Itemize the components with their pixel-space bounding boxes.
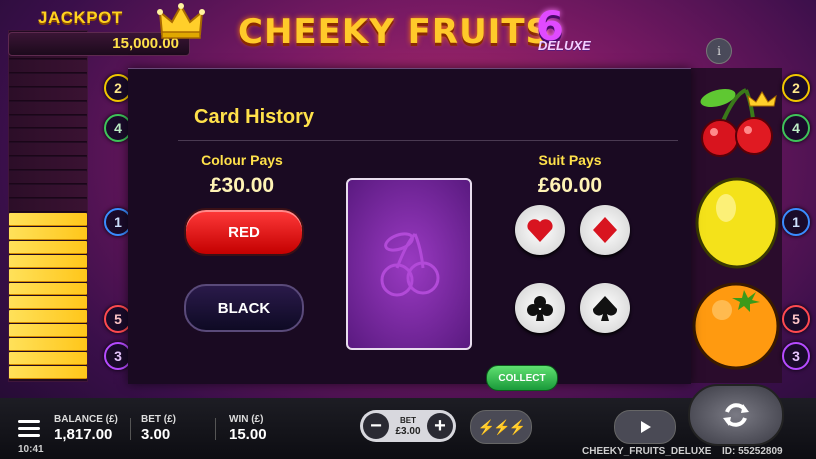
colour-pays-label: Colour Pays — [201, 152, 283, 168]
payline-badge-right-2: 4 — [782, 114, 810, 142]
diamonds-button[interactable] — [580, 205, 630, 255]
payline-badge-right-4: 5 — [782, 305, 810, 333]
clubs-icon — [527, 296, 553, 321]
clock: 10:41 — [18, 444, 44, 455]
jackpot-rung — [9, 115, 87, 129]
spin-arrows-icon — [723, 403, 749, 427]
payline-badge-right-1: 2 — [782, 74, 810, 102]
jackpot-rung — [9, 101, 87, 115]
hearts-button[interactable] — [515, 205, 565, 255]
game-subtitle: DELUXE — [538, 38, 591, 53]
jackpot-rung — [9, 254, 87, 268]
turbo-button[interactable]: ⚡⚡⚡ — [470, 410, 532, 444]
jackpot-ladder — [8, 30, 88, 382]
win-value: 15.00 — [229, 426, 267, 443]
spin-button[interactable] — [688, 384, 784, 446]
colour-pays-amount: £30.00 — [209, 174, 275, 197]
jackpot-rung — [9, 157, 87, 171]
autoplay-button[interactable] — [614, 410, 676, 444]
jackpot-rung — [9, 171, 87, 185]
separator — [130, 418, 131, 440]
jackpot-rung — [9, 366, 87, 379]
bet-increase-button[interactable]: + — [427, 413, 453, 439]
jackpot-rung — [9, 73, 87, 87]
session-id: ID: 55252809 — [722, 446, 783, 457]
separator — [215, 418, 216, 440]
jackpot-rung — [9, 296, 87, 310]
jackpot-rung — [9, 212, 87, 226]
crown-icon — [157, 3, 205, 39]
suit-pays-amount: £60.00 — [537, 174, 603, 197]
jackpot-rung — [9, 324, 87, 338]
cherries-icon — [700, 88, 777, 157]
black-button[interactable]: BLACK — [184, 284, 304, 332]
hearts-icon — [527, 219, 553, 242]
win-label: WIN (£) — [229, 414, 264, 425]
bet-decrease-button[interactable]: − — [363, 413, 389, 439]
jackpot-rung — [9, 226, 87, 240]
balance-label: BALANCE (£) — [54, 414, 118, 425]
diamonds-icon — [593, 217, 617, 243]
jackpot-rung — [9, 59, 87, 73]
bet-control: − BET £3.00 + — [360, 410, 456, 442]
jackpot-rung — [9, 143, 87, 157]
bet-control-label: BET — [400, 416, 416, 425]
collect-button[interactable]: COLLECT — [486, 365, 558, 391]
payline-badge-right-3: 1 — [782, 208, 810, 236]
jackpot-rung — [9, 352, 87, 366]
jackpot-rung — [9, 199, 87, 212]
divider — [178, 140, 678, 141]
payline-badge-right-5: 3 — [782, 342, 810, 370]
jackpot-rung — [9, 185, 87, 199]
cherries-watermark-icon — [380, 232, 440, 297]
face-down-card — [346, 178, 472, 350]
bet-value: 3.00 — [141, 426, 171, 443]
clubs-button[interactable] — [515, 283, 565, 333]
bet-label: BET (£) — [141, 414, 176, 425]
card-history-heading: Card History — [194, 106, 315, 128]
jackpot-rung — [9, 282, 87, 296]
suit-pays-label: Suit Pays — [538, 152, 602, 168]
balance-value: 1,817.00 — [54, 426, 113, 443]
jackpot-rung — [9, 129, 87, 143]
jackpot-rung — [9, 310, 87, 324]
lemon-icon — [695, 177, 779, 269]
jackpot-rung — [9, 240, 87, 254]
jackpot-rung — [9, 87, 87, 101]
menu-icon[interactable] — [18, 420, 40, 438]
play-icon — [641, 421, 651, 433]
orange-icon — [692, 282, 780, 370]
bet-control-value: £3.00 — [395, 426, 421, 437]
info-button[interactable]: i — [706, 38, 732, 64]
spades-icon — [592, 296, 618, 321]
game-name: CHEEKY_FRUITS_DELUXE — [582, 446, 712, 457]
jackpot-rung — [9, 338, 87, 352]
jackpot-rung — [9, 268, 87, 282]
spades-button[interactable] — [580, 283, 630, 333]
game-title: CHEEKY FRUITS — [238, 12, 552, 52]
jackpot-label: JACKPOT — [38, 8, 123, 27]
red-button[interactable]: RED — [184, 208, 304, 256]
